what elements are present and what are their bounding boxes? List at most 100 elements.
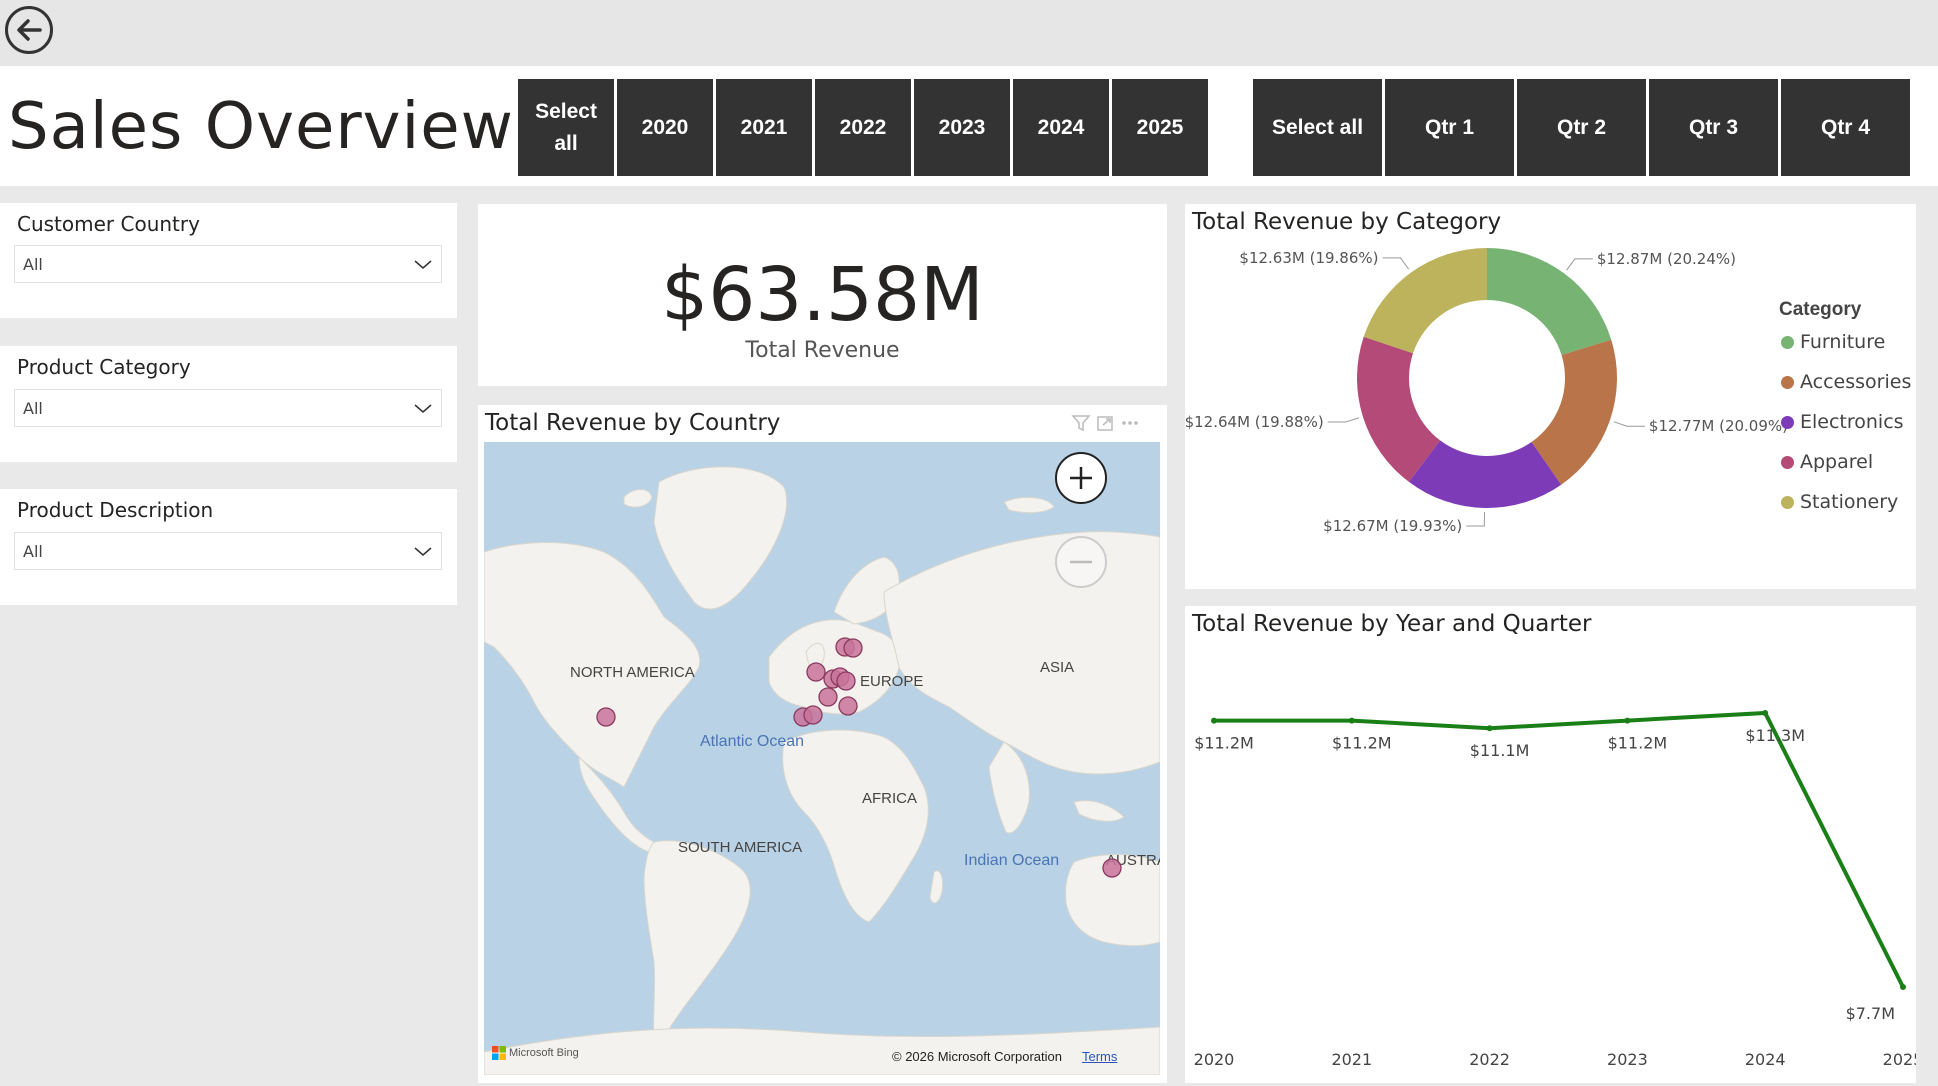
map-visual: Total Revenue by Country NORTH AMERICA E…: [478, 405, 1167, 1083]
donut-slice-label: $12.67M (19.93%): [1323, 517, 1462, 535]
kpi-label: Total Revenue: [745, 338, 900, 363]
page-title: Sales Overview: [8, 90, 514, 164]
legend-item-apparel[interactable]: Apparel: [1781, 451, 1873, 473]
year-2025-button[interactable]: 2025: [1112, 79, 1208, 176]
legend-title: Category: [1779, 299, 1862, 320]
line-point[interactable]: [1900, 984, 1906, 990]
quarter-1-button[interactable]: Qtr 1: [1385, 79, 1514, 176]
legend-dot-icon: [1781, 455, 1794, 469]
year-select-all-button[interactable]: Select all: [518, 79, 614, 176]
line-data-label: $7.7M: [1846, 1004, 1895, 1023]
product-description-filter: Product Description All: [0, 489, 457, 605]
legend-dot-icon: [1781, 335, 1794, 349]
legend-label: Stationery: [1800, 491, 1899, 513]
map-bubble[interactable]: [1102, 858, 1122, 878]
legend-item-furniture[interactable]: Furniture: [1781, 331, 1885, 353]
legend-label: Apparel: [1800, 451, 1874, 473]
x-axis-tick-label: 2023: [1607, 1050, 1648, 1069]
donut-chart: $12.87M (20.24%) $12.77M (20.09%) $12.67M …: [1185, 248, 1788, 535]
donut-slice-furniture[interactable]: [1487, 248, 1612, 356]
map-bubble[interactable]: [843, 638, 863, 658]
line-data-label: $11.2M: [1194, 734, 1254, 753]
back-arrow-icon[interactable]: [5, 6, 53, 54]
line-point[interactable]: [1348, 717, 1355, 724]
map-bubbles: [596, 637, 1122, 878]
more-options-icon[interactable]: [1122, 421, 1138, 425]
map-terms-link[interactable]: Terms: [1082, 1049, 1117, 1064]
map-bubble[interactable]: [836, 671, 856, 691]
product-category-dropdown[interactable]: All: [14, 389, 442, 427]
map-copyright: © 2026 Microsoft Corporation: [892, 1049, 1062, 1064]
line-data-label: $11.1M: [1470, 741, 1530, 760]
year-2020-button[interactable]: 2020: [617, 79, 713, 176]
quarter-2-button[interactable]: Qtr 2: [1517, 79, 1646, 176]
chevron-down-icon: [414, 404, 432, 413]
dropdown-value: All: [23, 542, 43, 561]
microsoft-logo-icon: [492, 1046, 506, 1060]
quarter-4-button[interactable]: Qtr 4: [1781, 79, 1910, 176]
donut-leader-line: [1382, 257, 1410, 270]
zoom-out-button[interactable]: [1055, 536, 1107, 588]
map-title: Total Revenue by Country: [485, 410, 781, 436]
quarter-3-button[interactable]: Qtr 3: [1649, 79, 1778, 176]
top-bar: [0, 0, 1938, 66]
zoom-in-button[interactable]: [1055, 452, 1107, 504]
legend-dot-icon: [1781, 375, 1794, 389]
product-description-dropdown[interactable]: All: [14, 532, 442, 570]
focus-mode-icon[interactable]: [1097, 416, 1113, 431]
donut-leader-line: [1327, 417, 1360, 423]
donut-slice-label: $12.77M (20.09%): [1649, 417, 1788, 435]
legend-item-accessories[interactable]: Accessories: [1781, 371, 1911, 393]
line-point[interactable]: [1211, 717, 1217, 724]
map-bubble[interactable]: [818, 687, 838, 707]
year-2023-button[interactable]: 2023: [914, 79, 1010, 176]
minus-icon: [1070, 560, 1092, 564]
map-bubble[interactable]: [596, 707, 616, 727]
kpi-card: $63.58M Total Revenue: [478, 204, 1167, 386]
line-point[interactable]: [1762, 710, 1769, 716]
quarter-select-all-button[interactable]: Select all: [1253, 79, 1382, 176]
legend-dot-icon: [1781, 415, 1794, 429]
donut-slice-label: $12.64M (19.88%): [1185, 413, 1324, 431]
year-2021-button[interactable]: 2021: [716, 79, 812, 176]
customer-country-filter: Customer Country All: [0, 203, 457, 318]
map-canvas[interactable]: NORTH AMERICA EUROPE ASIA AFRICA SOUTH A…: [484, 442, 1160, 1075]
x-axis-tick-label: 2022: [1469, 1050, 1510, 1069]
map-bubble[interactable]: [838, 696, 858, 716]
year-select-all-label-2: all: [554, 131, 578, 155]
year-2022-button[interactable]: 2022: [815, 79, 911, 176]
map-bubble[interactable]: [803, 705, 823, 725]
x-axis-tick-label: 2024: [1745, 1050, 1786, 1069]
year-select-all-label-1: Select: [535, 99, 597, 123]
line-data-label: $11.2M: [1608, 734, 1668, 753]
product-category-filter: Product Category All: [0, 346, 457, 462]
donut-chart-visual: Total Revenue by Category $12.87M (20.24…: [1185, 204, 1916, 589]
chevron-down-icon: [414, 260, 432, 269]
filter-icon[interactable]: [1071, 415, 1091, 432]
line-point[interactable]: [1486, 725, 1493, 732]
line-point[interactable]: [1624, 717, 1631, 724]
filter-label: Customer Country: [17, 212, 200, 236]
filter-label: Product Description: [17, 498, 214, 522]
filter-label: Product Category: [17, 355, 191, 379]
x-axis-tick-label: 2020: [1194, 1050, 1235, 1069]
legend-label: Accessories: [1800, 371, 1912, 393]
line-chart: $11.2M $11.2M $11.1M $11.2M $11.3M $7.7M 2020…: [1194, 710, 1916, 1069]
dropdown-value: All: [23, 399, 43, 418]
x-axis-tick-label: 2021: [1331, 1050, 1372, 1069]
legend-item-electronics[interactable]: Electronics: [1781, 411, 1904, 433]
legend-label: Electronics: [1800, 411, 1904, 433]
donut-leader-line: [1466, 511, 1486, 527]
legend-item-stationery[interactable]: Stationery: [1781, 491, 1898, 513]
year-2024-button[interactable]: 2024: [1013, 79, 1109, 176]
line-data-label: $11.3M: [1745, 726, 1805, 745]
customer-country-dropdown[interactable]: All: [14, 245, 442, 283]
map-bubble[interactable]: [806, 662, 826, 682]
donut-slice-stationery[interactable]: [1363, 248, 1487, 354]
x-axis-tick-label: 2025: [1883, 1050, 1916, 1069]
donut-slice-label: $12.87M (20.24%): [1597, 250, 1736, 268]
kpi-value: $63.58M: [661, 252, 984, 338]
bing-label: Microsoft Bing: [509, 1047, 579, 1059]
dropdown-value: All: [23, 255, 43, 274]
legend-label: Furniture: [1800, 331, 1886, 353]
